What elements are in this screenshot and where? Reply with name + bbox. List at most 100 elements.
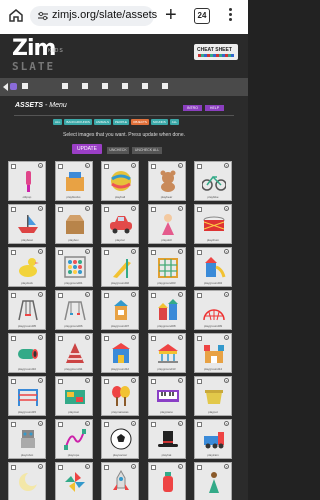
remove-icon[interactable]: × <box>224 249 229 254</box>
remove-icon[interactable]: × <box>177 464 183 469</box>
remove-icon[interactable]: × <box>38 163 43 168</box>
cheat-sheet-button[interactable]: CHEAT SHEET <box>194 44 238 60</box>
category-tab[interactable]: ANIMALS <box>93 119 112 125</box>
remove-icon[interactable]: × <box>177 421 183 426</box>
remove-icon[interactable]: × <box>84 421 90 426</box>
remove-icon[interactable]: × <box>224 335 229 340</box>
asset-card[interactable]: × playground05 <box>8 290 46 330</box>
remove-icon[interactable]: × <box>38 206 43 211</box>
asset-card[interactable]: × playground02 <box>101 247 139 287</box>
remove-icon[interactable]: × <box>38 335 43 340</box>
remove-icon[interactable]: × <box>84 163 90 168</box>
asset-card[interactable]: × playdrum <box>194 204 232 244</box>
back-arrow-icon[interactable] <box>3 83 8 91</box>
remove-icon[interactable]: × <box>84 292 90 297</box>
category-tab[interactable]: SOUNDS <box>150 119 168 125</box>
category-tab[interactable]: OBJECTS <box>131 119 149 125</box>
remove-icon[interactable]: × <box>131 335 136 340</box>
asset-card[interactable]: × playbox <box>54 204 93 244</box>
remove-icon[interactable]: × <box>224 206 229 211</box>
remove-icon[interactable]: × <box>224 163 229 168</box>
asset-card[interactable]: × playground12 <box>101 333 139 373</box>
remove-icon[interactable]: × <box>38 249 43 254</box>
remove-icon[interactable]: × <box>131 378 136 383</box>
asset-card[interactable]: × playground04 <box>194 247 232 287</box>
remove-icon[interactable]: × <box>84 464 90 469</box>
filter-check-7[interactable] <box>162 83 170 89</box>
asset-card[interactable]: × playmaracas <box>101 376 139 416</box>
remove-icon[interactable]: × <box>38 292 43 297</box>
capture-icon[interactable] <box>10 83 17 90</box>
zim-slate-logo[interactable]: Zim KIDS SLATE <box>12 38 63 74</box>
asset-card[interactable]: × playsoccer <box>101 419 139 459</box>
site-settings-icon[interactable] <box>37 10 49 22</box>
remove-icon[interactable]: × <box>38 378 43 383</box>
asset-card[interactable]: × playground11 <box>54 333 93 373</box>
filter-check-6[interactable] <box>142 83 150 89</box>
asset-card[interactable]: × playrobot <box>8 419 46 459</box>
remove-icon[interactable]: × <box>84 335 90 340</box>
asset-card[interactable]: × playground14 <box>194 333 232 373</box>
filter-check-1[interactable] <box>22 83 30 89</box>
asset-card[interactable]: × playpot <box>194 376 232 416</box>
remove-icon[interactable]: × <box>224 292 229 297</box>
overflow-menu-icon[interactable] <box>229 8 233 24</box>
filter-check-2[interactable] <box>62 83 70 89</box>
asset-card[interactable]: × <box>194 462 232 500</box>
address-bar[interactable]: zimjs.org/slate/assets <box>30 6 157 26</box>
asset-card[interactable]: × playbike <box>194 161 232 201</box>
remove-icon[interactable]: × <box>84 206 90 211</box>
asset-card[interactable]: × playbear <box>147 161 186 201</box>
asset-card[interactable]: × playground09 <box>194 290 232 330</box>
asset-card[interactable]: × playrope <box>54 419 93 459</box>
remove-icon[interactable]: × <box>224 378 229 383</box>
asset-card[interactable]: × playground13 <box>147 333 186 373</box>
asset-card[interactable]: × <box>54 462 93 500</box>
help-button[interactable]: HELP <box>205 105 224 111</box>
remove-icon[interactable]: × <box>84 249 90 254</box>
category-tab[interactable]: ALL <box>169 119 180 125</box>
asset-card[interactable]: × playblocks <box>54 161 93 201</box>
remove-icon[interactable]: × <box>177 335 183 340</box>
intro-button[interactable]: INTRO <box>183 105 202 111</box>
asset-card[interactable]: × playground03 <box>147 247 186 287</box>
asset-card[interactable]: × playboat <box>8 204 46 244</box>
filter-check-5[interactable] <box>122 83 130 89</box>
remove-icon[interactable]: × <box>38 421 43 426</box>
remove-icon[interactable]: × <box>131 163 136 168</box>
tab-switcher-button[interactable]: 24 <box>194 8 210 24</box>
asset-card[interactable]: × playduck <box>8 247 46 287</box>
remove-icon[interactable]: × <box>177 249 183 254</box>
filter-check-4[interactable] <box>102 83 110 89</box>
asset-card[interactable]: × <box>8 462 46 500</box>
remove-icon[interactable]: × <box>84 378 90 383</box>
remove-icon[interactable]: × <box>177 206 183 211</box>
new-tab-plus-icon[interactable]: + <box>165 5 177 25</box>
category-tab[interactable]: PEOPLE <box>113 119 130 125</box>
asset-card[interactable]: × playground10 <box>8 333 46 373</box>
remove-icon[interactable]: × <box>131 249 136 254</box>
remove-icon[interactable]: × <box>131 464 136 469</box>
filter-check-3[interactable] <box>82 83 90 89</box>
remove-icon[interactable]: × <box>177 163 183 168</box>
asset-card[interactable]: × playground08 <box>147 290 186 330</box>
asset-card[interactable]: × playball <box>101 161 139 201</box>
asset-card[interactable]: × playcar <box>101 204 139 244</box>
category-tab[interactable]: BACKGROUNDS <box>64 119 92 125</box>
asset-card[interactable]: × playground06 <box>54 290 93 330</box>
asset-card[interactable]: × playhat <box>147 419 186 459</box>
uncheck-all-button[interactable]: UNCHECK ALL <box>132 147 162 154</box>
asset-card[interactable]: × playtrain <box>194 419 232 459</box>
update-button[interactable]: UPDATE <box>72 144 102 154</box>
asset-card[interactable]: × <box>101 462 139 500</box>
remove-icon[interactable]: × <box>224 464 229 469</box>
asset-card[interactable]: × playdoll <box>147 204 186 244</box>
remove-icon[interactable]: × <box>224 421 229 426</box>
asset-card[interactable]: × playground01 <box>54 247 93 287</box>
asset-card[interactable]: × playpiano <box>147 376 186 416</box>
asset-card[interactable]: × ollipop <box>8 161 46 201</box>
remove-icon[interactable]: × <box>177 292 183 297</box>
category-tab[interactable]: ALL <box>53 119 63 125</box>
remove-icon[interactable]: × <box>38 464 43 469</box>
remove-icon[interactable]: × <box>131 292 136 297</box>
